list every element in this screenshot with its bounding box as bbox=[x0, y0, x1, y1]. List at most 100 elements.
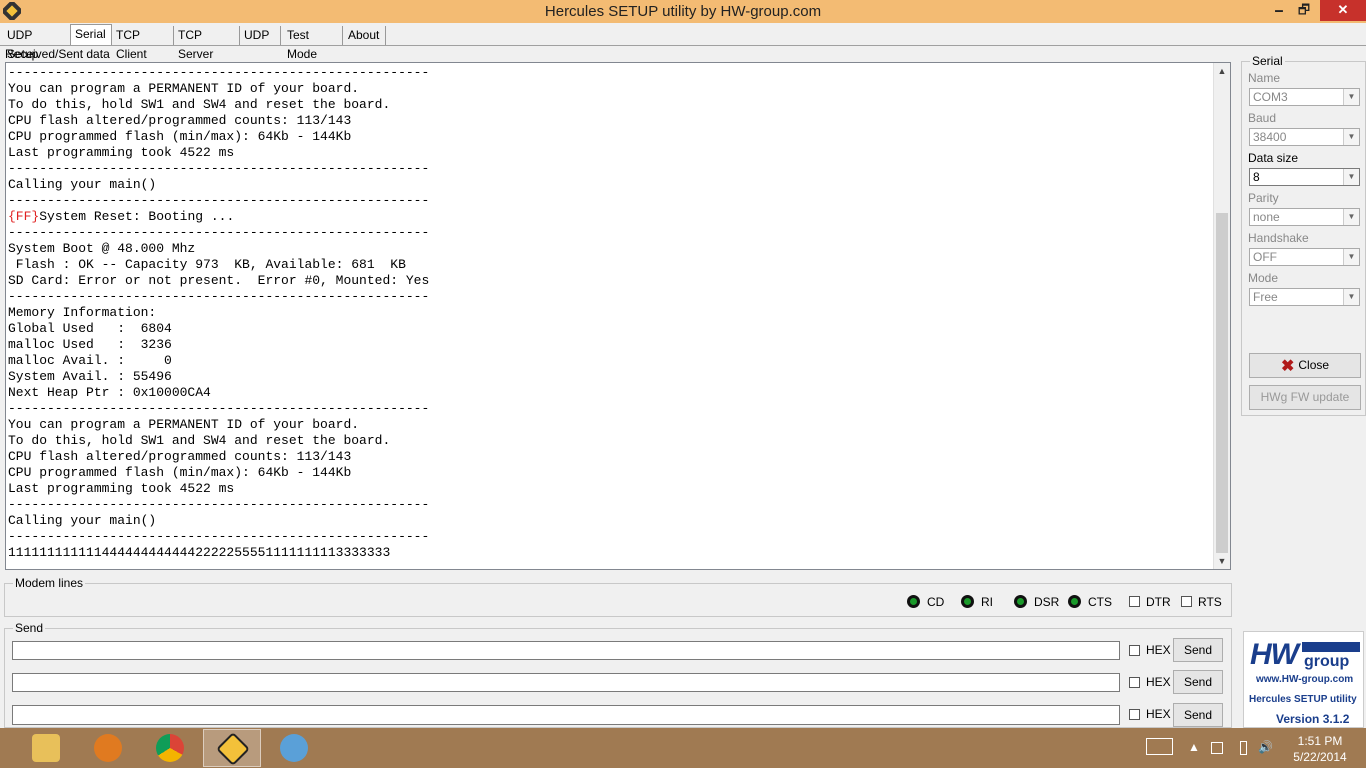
hex-label-3: HEX bbox=[1146, 707, 1171, 721]
action-center-icon[interactable] bbox=[1211, 742, 1223, 754]
clock-time: 1:51 PM bbox=[1297, 734, 1343, 748]
console-scrollbar[interactable]: ▲ ▼ bbox=[1213, 63, 1230, 569]
mode-value: Free bbox=[1253, 290, 1278, 304]
data-size-select[interactable]: 8 ▼ bbox=[1249, 168, 1360, 186]
logo-product-name: Hercules SETUP utility bbox=[1249, 694, 1357, 705]
restore-button[interactable]: 🗗 bbox=[1290, 0, 1318, 21]
taskbar-firefox[interactable] bbox=[79, 729, 137, 767]
received-data-console[interactable]: ----------------------------------------… bbox=[5, 62, 1231, 570]
logo-version: Version 3.1.2 bbox=[1276, 712, 1350, 726]
taskbar-hercules[interactable] bbox=[203, 729, 261, 767]
chevron-down-icon: ▼ bbox=[1343, 289, 1359, 305]
send-input-2[interactable] bbox=[12, 673, 1120, 692]
data-size-label: Data size bbox=[1248, 151, 1299, 165]
reset-line: System Reset: Booting ... bbox=[39, 209, 235, 224]
cd-label: CD bbox=[927, 595, 945, 609]
port-name-value: COM3 bbox=[1253, 90, 1288, 104]
tab-about[interactable]: About bbox=[344, 26, 386, 45]
cts-led-icon bbox=[1068, 595, 1081, 608]
firefox-icon bbox=[94, 734, 122, 762]
baud-value: 38400 bbox=[1253, 130, 1287, 144]
dsr-label: DSR bbox=[1034, 595, 1060, 609]
send-button-1[interactable]: Send bbox=[1173, 638, 1223, 662]
tab-udp[interactable]: UDP bbox=[240, 26, 281, 45]
send-group-label: Send bbox=[13, 621, 46, 635]
close-port-button[interactable]: ✖ Close bbox=[1249, 353, 1361, 378]
scroll-thumb[interactable] bbox=[1216, 213, 1228, 553]
cd-led-icon bbox=[907, 595, 920, 608]
dsr-led-icon bbox=[1014, 595, 1027, 608]
hwg-fw-update-button[interactable]: HWg FW update bbox=[1249, 385, 1361, 410]
taskbar-messenger[interactable] bbox=[265, 729, 323, 767]
mode-label: Mode bbox=[1248, 271, 1279, 285]
chevron-down-icon: ▼ bbox=[1343, 209, 1359, 225]
tab-tcp-client[interactable]: TCP Client bbox=[112, 26, 174, 61]
tab-udp-setup[interactable]: UDP Setup bbox=[3, 26, 71, 61]
send-input-3[interactable] bbox=[12, 705, 1120, 725]
hex-checkbox-1[interactable] bbox=[1129, 645, 1140, 656]
system-clock[interactable]: 1:51 PM 5/22/2014 bbox=[1285, 733, 1355, 765]
rts-label: RTS bbox=[1198, 595, 1222, 609]
console-text: ----------------------------------------… bbox=[8, 65, 429, 561]
chevron-down-icon: ▼ bbox=[1343, 129, 1359, 145]
hercules-icon bbox=[216, 732, 250, 766]
tab-divider bbox=[0, 45, 1366, 46]
parity-select[interactable]: none ▼ bbox=[1249, 208, 1360, 226]
chevron-down-icon: ▼ bbox=[1343, 249, 1359, 265]
port-name-select[interactable]: COM3 ▼ bbox=[1249, 88, 1360, 106]
parity-label: Parity bbox=[1248, 191, 1279, 205]
volume-icon[interactable]: 🔊 bbox=[1258, 740, 1273, 754]
tab-test-mode[interactable]: Test Mode bbox=[283, 26, 343, 61]
people-icon bbox=[280, 734, 308, 762]
tab-tcp-server[interactable]: TCP Server bbox=[174, 26, 240, 61]
handshake-select[interactable]: OFF ▼ bbox=[1249, 248, 1360, 266]
handshake-label: Handshake bbox=[1248, 231, 1309, 245]
hex-label-2: HEX bbox=[1146, 675, 1171, 689]
send-input-1[interactable] bbox=[12, 641, 1120, 660]
console-lines-before: ----------------------------------------… bbox=[8, 65, 430, 208]
scroll-down-icon[interactable]: ▼ bbox=[1214, 553, 1230, 569]
logo-url: www.HW-group.com bbox=[1256, 674, 1354, 685]
clock-date: 5/22/2014 bbox=[1293, 750, 1347, 764]
ri-led-icon bbox=[961, 595, 974, 608]
hex-checkbox-3[interactable] bbox=[1129, 709, 1140, 720]
dtr-label: DTR bbox=[1146, 595, 1171, 609]
tab-strip: UDP Setup Serial TCP Client TCP Server U… bbox=[0, 24, 1366, 61]
hex-checkbox-2[interactable] bbox=[1129, 677, 1140, 688]
chrome-icon bbox=[156, 734, 184, 762]
keyboard-icon[interactable] bbox=[1146, 738, 1173, 755]
scroll-up-icon[interactable]: ▲ bbox=[1214, 63, 1230, 79]
mode-select[interactable]: Free ▼ bbox=[1249, 288, 1360, 306]
handshake-value: OFF bbox=[1253, 250, 1277, 264]
minimize-button[interactable]: 🗕 bbox=[1265, 0, 1293, 21]
taskbar-file-explorer[interactable] bbox=[17, 729, 75, 767]
logo-group-text: group bbox=[1304, 653, 1350, 670]
serial-group-label: Serial bbox=[1250, 54, 1285, 68]
logo-hw-text: HW bbox=[1250, 638, 1299, 671]
name-label: Name bbox=[1248, 71, 1281, 85]
send-button-2[interactable]: Send bbox=[1173, 670, 1223, 694]
title-bar: Hercules SETUP utility by HW-group.com 🗕… bbox=[0, 0, 1366, 23]
window-title: Hercules SETUP utility by HW-group.com bbox=[544, 3, 822, 20]
chevron-down-icon: ▼ bbox=[1343, 89, 1359, 105]
rts-checkbox[interactable] bbox=[1181, 596, 1192, 607]
baud-select[interactable]: 38400 ▼ bbox=[1249, 128, 1360, 146]
taskbar-chrome[interactable] bbox=[141, 729, 199, 767]
send-button-3[interactable]: Send bbox=[1173, 703, 1223, 727]
ri-label: RI bbox=[981, 595, 993, 609]
battery-icon[interactable] bbox=[1240, 741, 1247, 755]
baud-label: Baud bbox=[1248, 111, 1277, 125]
console-lines-after: ----------------------------------------… bbox=[8, 225, 430, 560]
data-size-value: 8 bbox=[1253, 170, 1260, 184]
close-window-button[interactable]: ✕ bbox=[1320, 0, 1366, 21]
hex-label-1: HEX bbox=[1146, 643, 1171, 657]
close-port-label: Close bbox=[1298, 358, 1330, 372]
logo-bar bbox=[1302, 642, 1360, 652]
show-hidden-icons-icon[interactable]: ▲ bbox=[1188, 740, 1200, 754]
tab-serial[interactable]: Serial bbox=[70, 24, 112, 45]
folder-icon bbox=[32, 734, 60, 762]
ff-tag: {FF} bbox=[8, 209, 40, 224]
dtr-checkbox[interactable] bbox=[1129, 596, 1140, 607]
received-sent-label: Received/Sent data bbox=[5, 47, 110, 61]
modem-lines-label: Modem lines bbox=[13, 576, 86, 590]
